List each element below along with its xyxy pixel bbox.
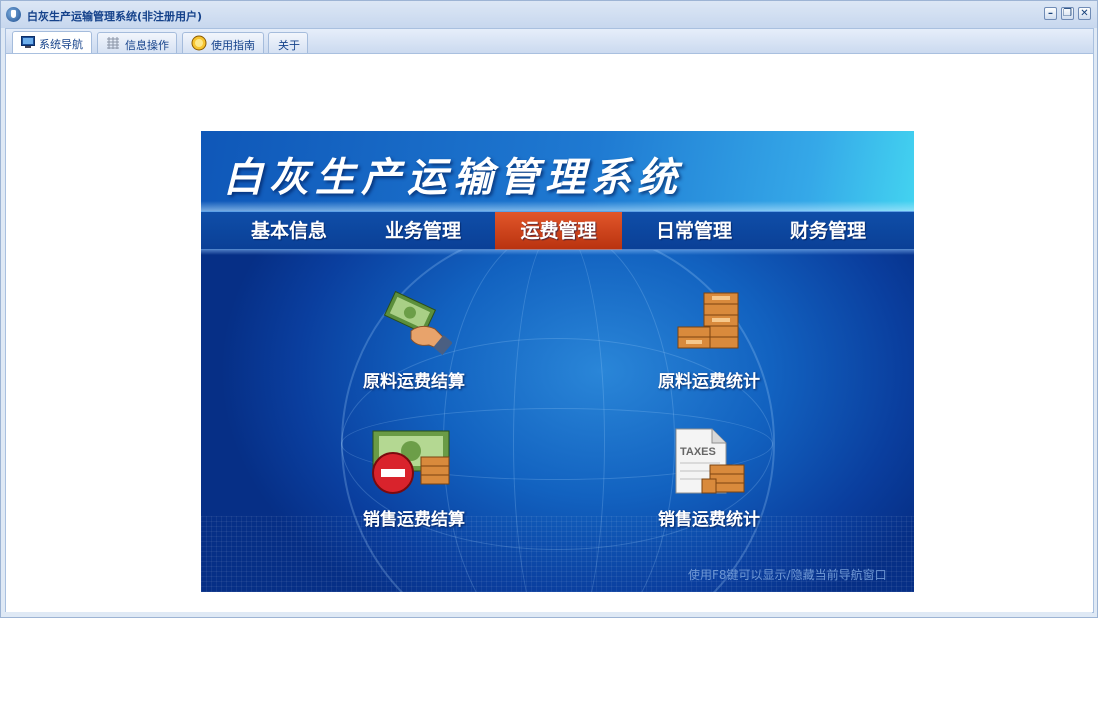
nav-basic-info[interactable]: 基本信息 (229, 212, 349, 250)
tab-system-nav[interactable]: 系统导航 (12, 31, 92, 54)
tab-strip: 系统导航 信息操作 使用指南 关于 (5, 28, 1094, 54)
close-button[interactable]: ✕ (1078, 7, 1091, 20)
title-bar: 白灰生产运输管理系统(非注册用户) – ❐ ✕ (1, 1, 1097, 28)
tab-label: 关于 (278, 39, 300, 52)
window-title: 白灰生产运输管理系统(非注册用户) (27, 10, 203, 23)
function-label: 原料运费结算 (363, 372, 465, 392)
function-label: 原料运费统计 (658, 372, 760, 392)
banner: 白灰生产运输管理系统 (201, 131, 914, 211)
f8-hint: 使用F8键可以显示/隐藏当前导航窗口 (688, 568, 887, 582)
raw-freight-statistics-button[interactable]: 原料运费统计 (644, 289, 774, 399)
status-strip (5, 612, 1092, 615)
raw-freight-settlement-button[interactable]: 原料运费结算 (349, 289, 479, 399)
nav-daily[interactable]: 日常管理 (634, 212, 754, 250)
navigation-panel: 白灰生产运输管理系统 基本信息 业务管理 运费管理 日常管理 财务管理 原料运费… (201, 131, 914, 592)
restore-button[interactable]: ❐ (1061, 7, 1074, 20)
tab-about[interactable]: 关于 (268, 32, 308, 53)
module-nav: 基本信息 业务管理 运费管理 日常管理 财务管理 (201, 211, 914, 255)
app-logo-icon (6, 7, 21, 22)
monitor-icon (21, 36, 35, 48)
guide-icon (191, 35, 207, 51)
tab-user-guide[interactable]: 使用指南 (182, 32, 264, 53)
system-title: 白灰生产运输管理系统 (223, 154, 683, 201)
grid-icon (107, 37, 119, 49)
money-hand-icon (383, 290, 452, 355)
nav-finance[interactable]: 财务管理 (768, 212, 888, 250)
sales-freight-settlement-button[interactable]: 销售运费结算 (349, 427, 479, 537)
money-minus-icon (372, 430, 450, 494)
nav-business[interactable]: 业务管理 (363, 212, 483, 250)
tab-label: 信息操作 (125, 39, 169, 52)
sales-freight-statistics-button[interactable]: TAXES 销售运费统计 (644, 427, 774, 537)
function-label: 销售运费统计 (658, 510, 760, 530)
taxes-text: TAXES (680, 446, 716, 458)
nav-freight[interactable]: 运费管理 (495, 212, 622, 250)
minimize-button[interactable]: – (1044, 7, 1057, 20)
taxes-document-icon: TAXES (675, 428, 745, 494)
tab-info-ops[interactable]: 信息操作 (97, 32, 177, 53)
tab-label: 使用指南 (211, 39, 255, 52)
function-label: 销售运费结算 (363, 510, 465, 530)
coin-stack-icon (677, 292, 739, 349)
tab-label: 系统导航 (39, 38, 83, 51)
